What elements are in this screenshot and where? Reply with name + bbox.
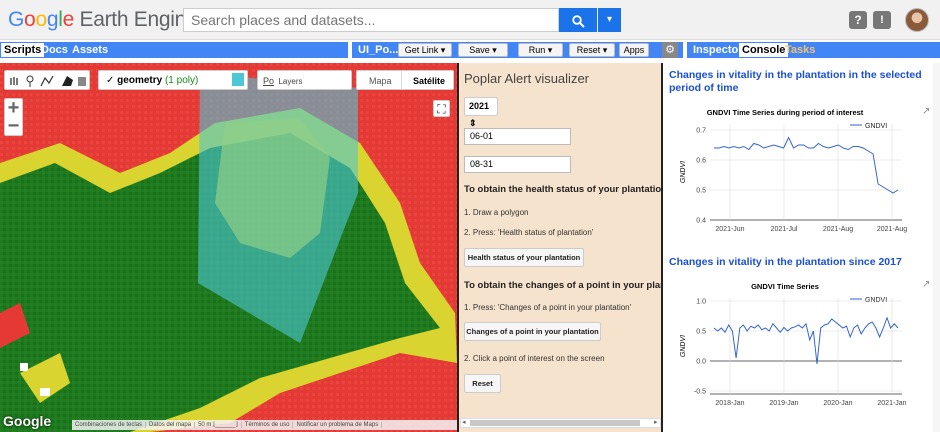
health-step-2: 2. Press: 'Health status of plantation' [464,228,594,237]
series-line-gndvi [714,136,899,194]
x-tick-label: 2018-Jan [715,400,744,407]
y-tick-label: 0.5 [696,329,706,336]
end-date-input[interactable]: 08-31 [464,156,571,173]
tab-inspector[interactable]: Inspector [690,43,746,57]
zoom-out-button[interactable]: − [5,116,22,136]
chevron-down-icon: ▾ [440,45,446,55]
x-tick-label: 2020-Jan [823,400,852,407]
line-tool-icon[interactable] [40,75,54,87]
start-date-input[interactable]: 06-01 [464,128,571,145]
feedback-icon[interactable]: ! [873,11,891,29]
save-button[interactable]: Save ▾ [458,43,508,57]
google-logo: Google [3,413,52,429]
scroll-left-icon[interactable]: ◂ [462,418,466,426]
changes-step-2: 2. Click a point of interest on the scre… [464,354,605,363]
search-options-dropdown[interactable]: ▾ [598,8,621,32]
panel-title: Poplar Alert visualizer [464,71,589,86]
apps-button[interactable]: Apps [619,43,649,57]
health-step-1: 1. Draw a polygon [464,208,529,217]
chevron-down-icon: ▾ [547,45,553,55]
y-tick-label: 1.0 [696,299,706,306]
point-tool-icon[interactable] [26,75,34,87]
search-input[interactable]: Search places and datasets... [183,8,559,32]
x-tick-label: 2021-Aug [823,226,853,233]
search-icon [571,15,585,28]
series-line-gndvi [713,316,899,365]
geometry-imports[interactable]: ✓ geometry (1 poly) [98,70,248,90]
vertical-scrollbar[interactable] [933,63,940,432]
chevron-down-icon: ▾ [492,45,497,55]
reset-editor-button[interactable]: Reset ▾ [569,43,615,57]
polygon-tool-icon[interactable] [62,76,73,86]
google-earth-engine-logo[interactable]: Google Earth Engine [8,8,198,32]
chart-title: GNDVI Time Series [751,282,819,291]
gndvi-period-chart: GNDVI Time Series during period of inter… [676,104,914,236]
console-title-period: Changes in vitality in the plantation in… [669,69,922,94]
changes-point-button[interactable]: Changes of a point in your plantation [464,322,601,341]
run-button[interactable]: Run ▾ [518,43,563,57]
map-type-mapa[interactable]: Mapa [369,71,392,91]
fullscreen-icon[interactable]: ⛶ [433,100,450,117]
legend-label: GNDVI [865,297,887,304]
scroll-right-icon[interactable]: ▸ [654,418,658,426]
map-type-satelite[interactable]: Satélite [413,71,445,91]
help-icon[interactable]: ? [849,11,867,29]
avatar[interactable] [905,8,929,32]
gear-icon[interactable]: ⚙ [662,42,678,58]
chart-svg: GNDVI Time Series during period of inter… [680,108,907,233]
tab-console[interactable]: Console [739,43,789,57]
checkmark-icon: ✓ [106,75,115,86]
map-attribution: Combinaciones de teclas Datos del mapa 50 … [72,420,457,430]
x-tick-label: 2021-Aug [877,226,907,233]
classification-map [0,63,457,432]
get-link-button[interactable]: Get Link ▾ [398,43,452,57]
gndvi-full-chart: GNDVI Time Series GNDVI -0.5 0.0 0.5 1.0 2018-… [676,278,914,410]
tab-assets[interactable]: Assets [69,43,111,57]
scale-bar: 50 m ⌊______⌋ [195,422,242,428]
layers-control[interactable]: Po Layers [257,70,352,90]
chart-svg: GNDVI Time Series GNDVI -0.5 0.0 0.5 1.0 2018-… [680,282,907,407]
x-tick-label: 2019-Jan [769,400,798,407]
popout-icon[interactable]: ↗ [922,106,930,117]
y-axis-label: GNDVI [680,161,687,183]
x-tick-label: 2021-Jun [715,226,744,233]
changes-heading: To obtain the changes of a point in your… [464,280,675,291]
legend-label: GNDVI [865,123,887,130]
tab-tasks[interactable]: Tasks [782,43,818,57]
keyboard-shortcuts-link[interactable]: Combinaciones de teclas [72,422,147,428]
y-tick-label: 0.0 [696,359,706,366]
x-tick-label: 2021-Jul [771,226,798,233]
map-data-link[interactable]: Datos del mapa [146,422,196,428]
health-heading: To obtain the health status of your plan… [464,184,671,195]
y-tick-label: -0.5 [694,389,706,396]
popout-icon[interactable]: ↗ [922,279,930,290]
divider [401,71,402,89]
changes-step-1: 1. Press: 'Changes of a point in your pl… [464,303,632,312]
scrollbar-thumb[interactable] [470,420,640,426]
terms-link[interactable]: Términos de uso [241,422,294,428]
tab-docs[interactable]: Docs [38,43,71,57]
script-name: UI_Po... [358,44,399,56]
reset-button[interactable]: Reset [464,374,501,393]
map-view[interactable] [0,63,457,432]
search-button[interactable] [559,8,597,32]
chart-title: GNDVI Time Series during period of inter… [707,108,864,117]
y-axis-label: GNDVI [680,335,687,357]
map-type-toggle: Mapa Satélite [356,70,454,90]
console-title-since-2017: Changes in vitality in the plantation si… [669,256,902,268]
y-tick-label: 0.4 [696,218,706,225]
drawing-tools [4,70,90,90]
zoom-control: + − [4,98,23,136]
chevron-down-icon: ▾ [602,45,608,55]
year-select[interactable]: 2021 ⇕ [464,97,498,128]
hand-tool-icon[interactable] [10,77,18,85]
x-tick-label: 2021-Jan [877,400,906,407]
rectangle-tool-icon[interactable] [78,77,86,86]
health-status-button[interactable]: Health status of your plantation [464,248,584,267]
y-tick-label: 0.6 [696,158,706,165]
report-problem-link[interactable]: Notificar un problema de Maps [293,422,383,428]
geometry-color-swatch[interactable] [232,73,244,86]
y-tick-label: 0.5 [696,188,706,195]
y-tick-label: 0.7 [696,128,706,135]
